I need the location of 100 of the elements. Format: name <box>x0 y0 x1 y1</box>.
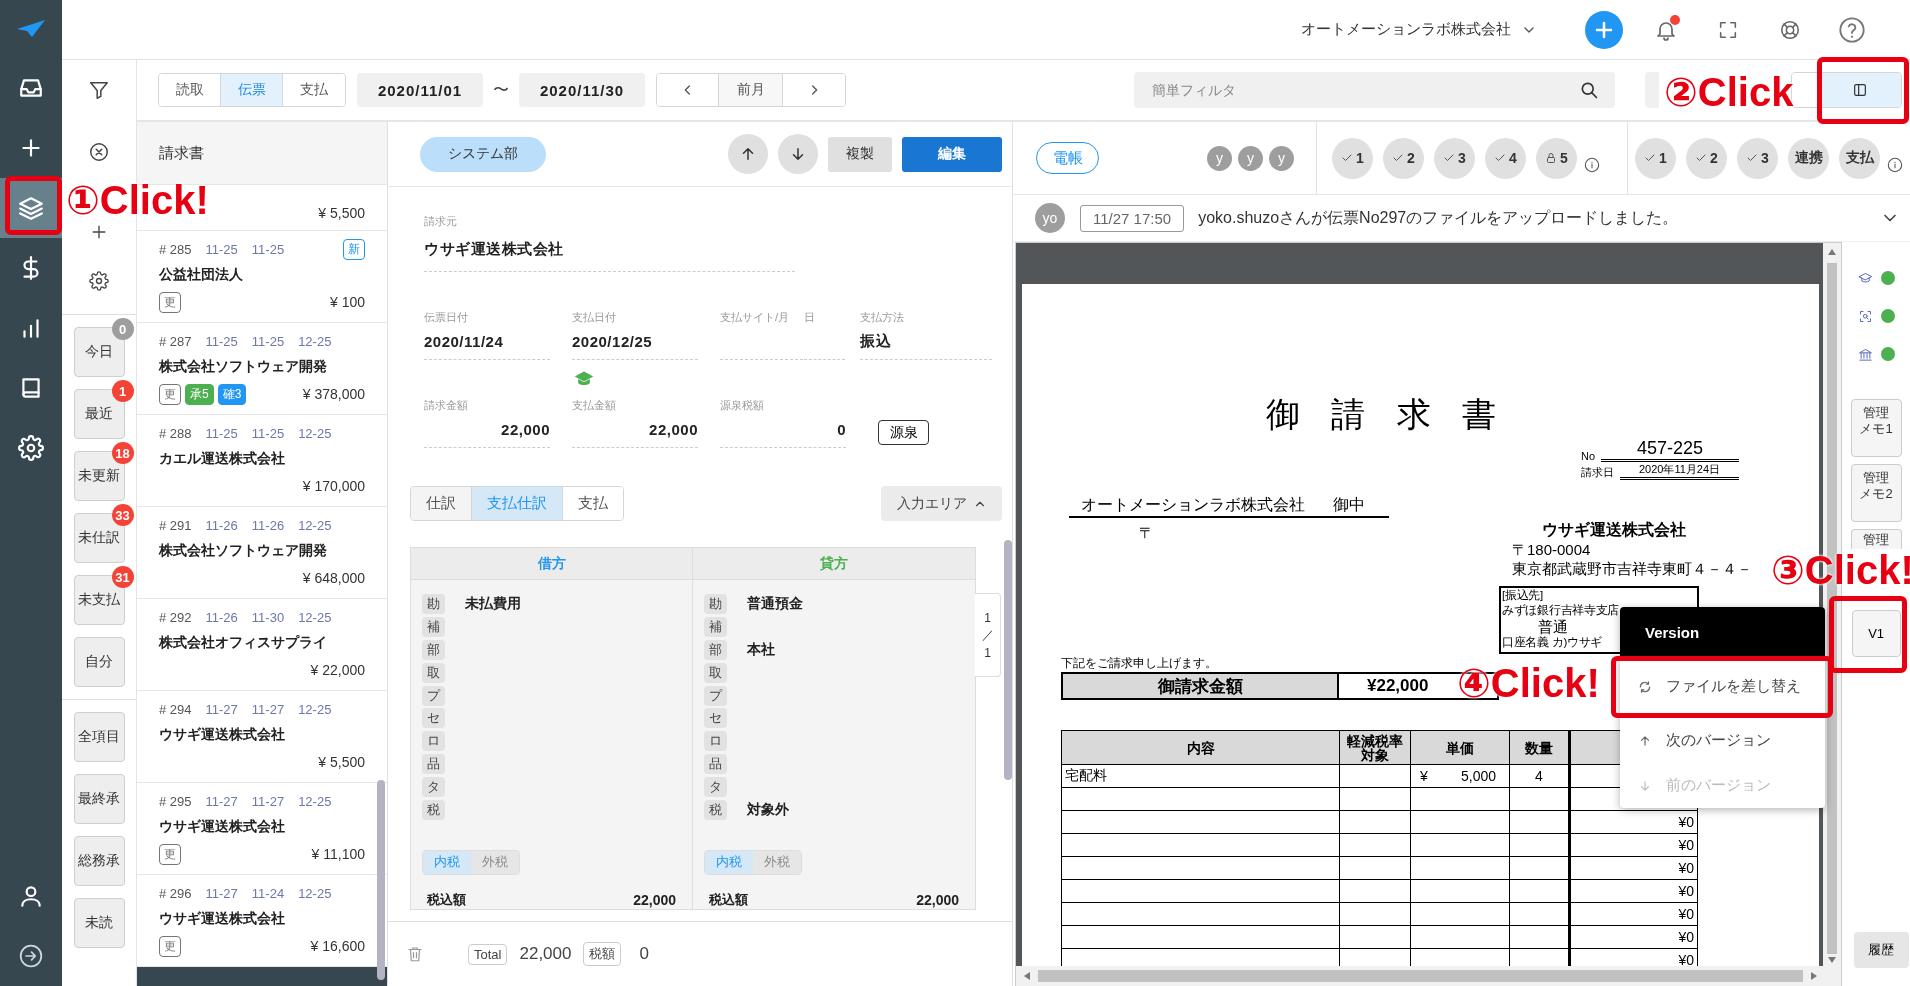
filter-button[interactable]: 全項目 <box>73 712 125 762</box>
menu-title: Version <box>1620 607 1825 657</box>
journal-tab[interactable]: 仕訳 <box>411 487 472 520</box>
mode-tab[interactable]: 読取 <box>159 74 221 106</box>
withholding-button[interactable]: 源泉 <box>878 420 929 445</box>
approval-step[interactable]: 1 <box>1332 137 1373 179</box>
approval-step[interactable]: 連携 <box>1788 137 1829 179</box>
date-field[interactable]: 振込 <box>860 324 992 360</box>
settings-icon[interactable] <box>89 271 109 291</box>
list-item[interactable]: # 287 11-25 11-25 12-25 株式会社ソフトウェア開発 更 承5 確3 ¥ 378,000 <box>137 323 387 415</box>
input-area-button[interactable]: 入力エリア <box>881 486 1002 521</box>
list-item[interactable]: # 285 11-25 11-25 新 公益社団法人 更 ¥ 100 <box>137 231 387 323</box>
field-key: プ <box>422 685 445 706</box>
history-button[interactable]: 履歴 <box>1853 932 1909 968</box>
add-button[interactable] <box>1585 10 1623 49</box>
filter-button[interactable]: 自分 <box>73 637 125 687</box>
end-date-field[interactable]: 2020/11/30 <box>519 73 645 107</box>
date: 11-27 <box>251 701 285 717</box>
move-down-button[interactable] <box>778 134 818 174</box>
memo-button[interactable]: 管理メモ1 <box>1850 399 1902 457</box>
clear-filter-icon[interactable] <box>88 141 110 163</box>
menu-item[interactable]: ファイルを差し替え <box>1620 662 1825 711</box>
approval-step[interactable]: 1 <box>1635 137 1676 179</box>
filter-button[interactable]: 未読 <box>73 898 125 948</box>
table-cell: ¥0 <box>1569 879 1698 903</box>
menu-item[interactable]: 次のバージョン <box>1620 718 1825 763</box>
list-item[interactable]: # 288 11-25 11-25 12-25 カエル運送株式会社 ¥ 170,000 <box>137 415 387 507</box>
scrollbar-thumb[interactable] <box>377 780 385 980</box>
check-icon <box>1746 152 1759 164</box>
amount-field[interactable]: 22,000 <box>572 412 698 448</box>
list-item[interactable]: # 294 11-27 11-27 12-25 ウサギ運送株式会社 ¥ 5,500 <box>137 691 387 783</box>
trash-icon[interactable] <box>406 945 424 963</box>
sender-name: ウサギ運送株式会社 <box>1541 520 1687 540</box>
count-badge: 0 <box>111 318 134 340</box>
date-field[interactable]: 2020/11/24 <box>424 324 550 360</box>
list-item[interactable]: # 292 11-26 11-30 12-25 株式会社オフィスサプライ ¥ 22,000 <box>137 599 387 691</box>
date: 11-26 <box>205 609 238 625</box>
total-label: 御請求金額 <box>1061 672 1339 700</box>
filter-button[interactable]: 最終承 <box>73 774 125 824</box>
scrollbar-thumb[interactable] <box>1004 540 1012 780</box>
memo-button[interactable]: 管理メモ2 <box>1850 464 1902 522</box>
field-key: 部 <box>704 640 727 660</box>
scroll-up-icon[interactable] <box>1828 249 1837 255</box>
approval-step[interactable]: 2 <box>1383 137 1424 179</box>
field-key: 部 <box>422 640 445 660</box>
company-name: 株式会社ソフトウェア開発 <box>159 541 328 560</box>
filter-icon[interactable] <box>88 79 110 101</box>
search-field[interactable]: 簡単フィルタ <box>1134 72 1615 108</box>
amount: ¥ 16,600 <box>310 938 365 954</box>
approval-step[interactable]: 3 <box>1737 137 1778 179</box>
scroll-down-icon[interactable] <box>1828 957 1837 963</box>
field-key: 品 <box>422 753 445 774</box>
voucher-number: # 287 <box>159 333 192 349</box>
status-tag: 更 <box>159 383 181 405</box>
amount: ¥ 5,500 <box>318 205 365 221</box>
timestamp: 11/27 17:50 <box>1080 204 1185 232</box>
approval-step[interactable]: 支払 <box>1839 137 1880 179</box>
scroll-right-icon[interactable] <box>1811 972 1818 980</box>
field-key: プ <box>704 685 727 706</box>
date-label: 請求日 <box>1581 465 1614 480</box>
approval-step[interactable]: 2 <box>1686 137 1727 179</box>
duplicate-button[interactable]: 複製 <box>828 136 892 172</box>
activity-message: yoko.shuzoさんが伝票No297のファイルをアップロードしました。 <box>1198 207 1679 228</box>
approval-step[interactable]: 4 <box>1485 137 1526 179</box>
list-title: 請求書 <box>137 122 387 185</box>
filter-button[interactable]: 総務承 <box>73 836 125 886</box>
total-value: 22,000 <box>916 891 959 908</box>
date: 11-27 <box>251 793 285 809</box>
company-selector[interactable]: オートメーションラボ株式会社 <box>1301 20 1537 39</box>
invoice-title: 御 請 求 書 <box>1264 394 1498 434</box>
previous-month-button[interactable]: 前月 <box>719 74 783 106</box>
approval-step[interactable]: 3 <box>1434 137 1475 179</box>
memo-button[interactable]: 管理 <box>1850 529 1902 549</box>
bank-detail: 口座名義 カ)ウサギ <box>1502 635 1603 650</box>
check-icon <box>1695 152 1708 164</box>
postal-mark: 〒 <box>1139 524 1155 543</box>
info-icon[interactable] <box>1584 157 1600 173</box>
date-field[interactable]: 2020/12/25 <box>572 324 698 360</box>
list-item[interactable] <box>137 967 387 986</box>
scrollbar-thumb[interactable] <box>1038 970 1804 982</box>
scroll-left-icon[interactable] <box>1024 972 1030 980</box>
list-item[interactable]: # 291 11-26 11-26 12-25 株式会社ソフトウェア開発 ¥ 648,000 <box>137 507 387 599</box>
amount-field[interactable]: 22,000 <box>424 412 550 448</box>
edit-button[interactable]: 編集 <box>902 136 1002 172</box>
amount: ¥ 100 <box>329 294 365 310</box>
start-date-field[interactable]: 2020/11/01 <box>357 73 483 107</box>
table-cell: ¥0 <box>1569 833 1698 857</box>
info-icon[interactable] <box>1887 157 1903 173</box>
amount: ¥ 5,500 <box>318 754 365 770</box>
department-tag[interactable]: システム部 <box>420 136 546 172</box>
move-up-button[interactable] <box>728 134 768 174</box>
amount-field[interactable]: 0 <box>720 412 846 448</box>
page-indicator[interactable]: 1 ／ 1 <box>975 593 1001 677</box>
approval-step[interactable]: 5 <box>1536 137 1577 179</box>
version-button[interactable]: V1 <box>1851 610 1901 657</box>
status-tag: 確3 <box>217 383 247 405</box>
logo-icon[interactable] <box>16 19 46 39</box>
table-cell: ¥0 <box>1569 925 1698 949</box>
field-key: 勘 <box>704 594 727 615</box>
biller-field[interactable]: ウサギ運送株式会社 <box>424 228 795 272</box>
